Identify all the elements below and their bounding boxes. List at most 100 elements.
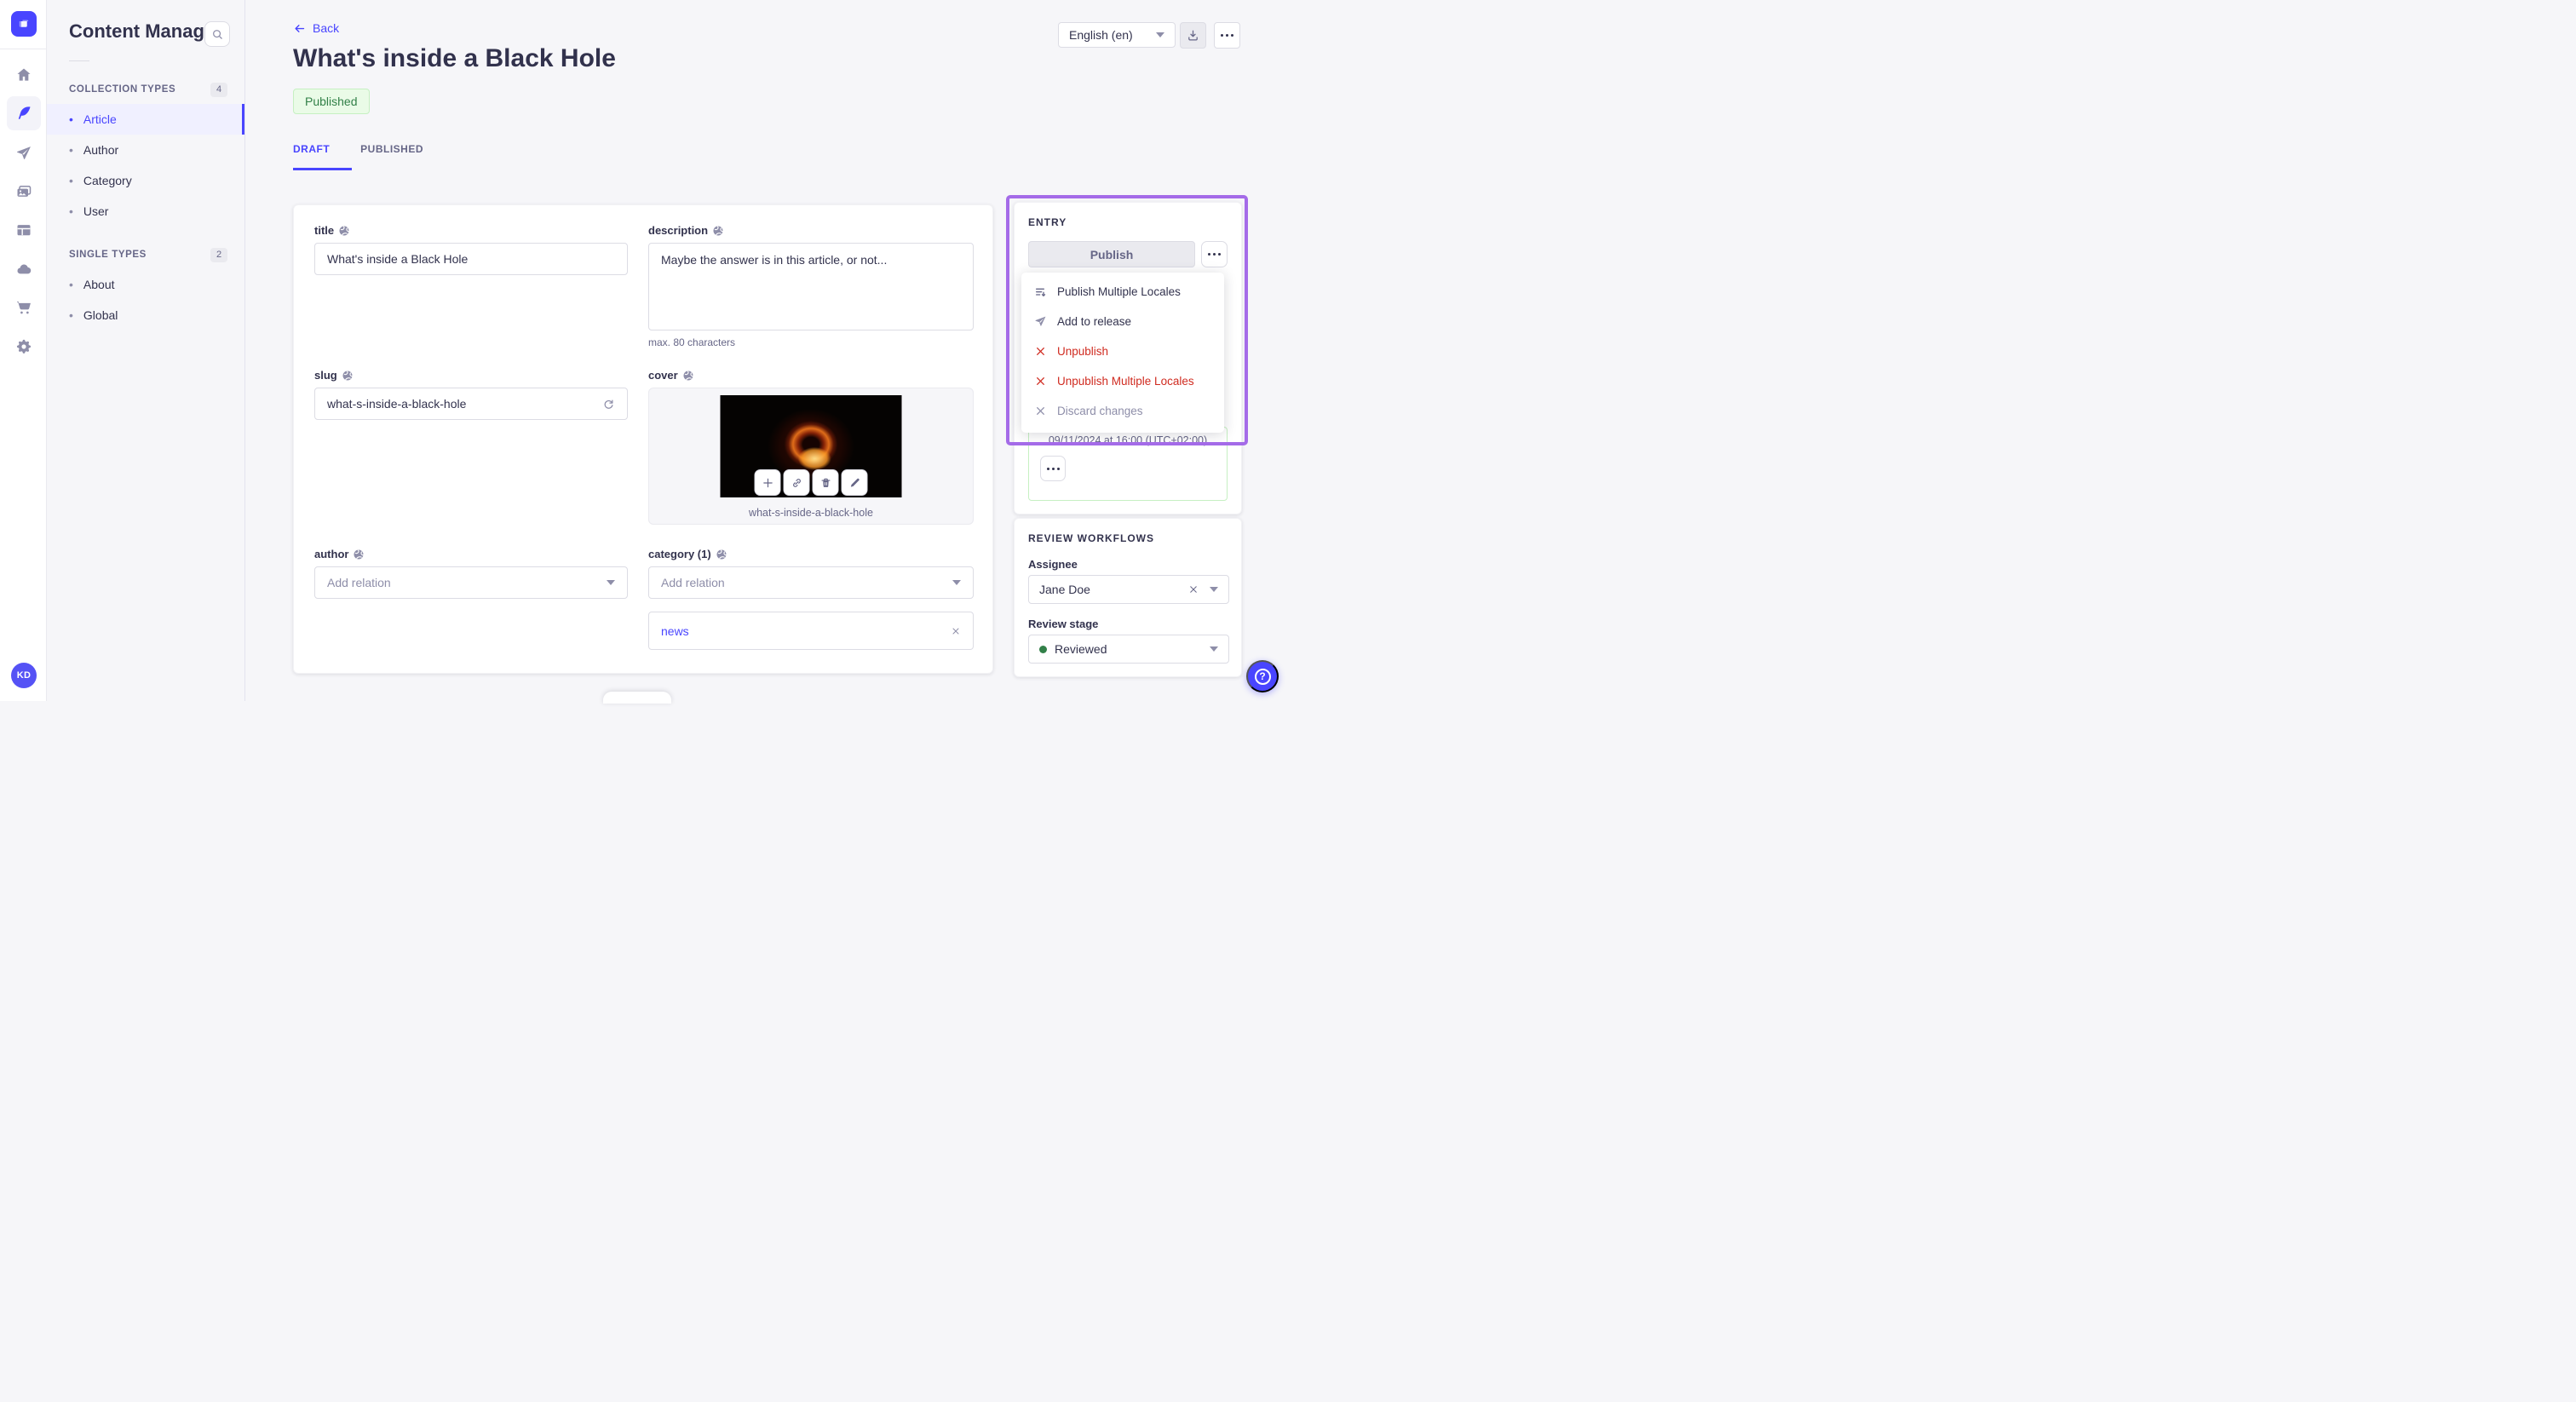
sidebar-item-about[interactable]: • About <box>47 269 244 300</box>
more-dots-icon <box>1221 34 1233 37</box>
menu-item-discard-changes[interactable]: Discard changes <box>1021 396 1224 426</box>
collection-types-count: 4 <box>210 82 227 97</box>
chevron-down-icon <box>1156 32 1164 37</box>
localized-globe-icon <box>354 549 365 559</box>
category-relation-select[interactable]: Add relation <box>648 566 974 599</box>
sidebar-item-global[interactable]: • Global <box>47 300 244 330</box>
clear-assignee-icon[interactable] <box>1188 584 1199 595</box>
author-field-label: author <box>314 548 349 560</box>
header-more-button[interactable] <box>1214 22 1240 49</box>
pencil-icon <box>850 478 860 487</box>
tab-published[interactable]: PUBLISHED <box>360 143 423 155</box>
chevron-down-icon <box>1210 646 1218 652</box>
sidebar-item-user[interactable]: • User <box>47 196 244 227</box>
chevron-down-icon <box>1210 587 1218 592</box>
sidebar-item-category[interactable]: • Category <box>47 165 244 196</box>
menu-item-publish-multiple-locales[interactable]: Publish Multiple Locales <box>1021 277 1224 307</box>
strapi-logo-icon[interactable] <box>11 11 37 37</box>
bullet-icon: • <box>69 308 73 322</box>
description-textarea[interactable]: Maybe the answer is in this article, or … <box>648 243 974 330</box>
sidebar-item-label: About <box>83 278 115 291</box>
cross-icon <box>1033 376 1048 387</box>
add-asset-button[interactable] <box>754 469 781 496</box>
field-cover: cover what-s-inside-a-black-hole <box>648 369 974 525</box>
author-relation-select[interactable]: Add relation <box>314 566 628 599</box>
slug-input[interactable]: what-s-inside-a-black-hole <box>314 388 628 420</box>
edit-asset-button[interactable] <box>841 469 868 496</box>
remove-tag-icon[interactable] <box>951 626 961 636</box>
localized-globe-icon <box>683 370 693 380</box>
field-title: title What's inside a Black Hole <box>314 224 628 275</box>
scheduled-date: 09/11/2024 at 16:00 (UTC+02:00) <box>1048 434 1208 446</box>
trash-icon <box>821 478 830 487</box>
category-tag-news[interactable]: news <box>661 624 689 638</box>
description-helper: max. 80 characters <box>648 336 736 348</box>
category-field-label: category (1) <box>648 548 711 560</box>
menu-item-unpublish-multiple-locales[interactable]: Unpublish Multiple Locales <box>1021 366 1224 396</box>
sidebar-title: Content Manager <box>69 20 222 42</box>
single-types-heading: SINGLE TYPES <box>69 250 147 260</box>
chevron-down-icon <box>952 580 961 585</box>
copy-link-button[interactable] <box>783 469 810 496</box>
edit-form-card: title What's inside a Black Hole descrip… <box>293 204 993 674</box>
sidebar-item-author[interactable]: • Author <box>47 135 244 165</box>
cross-icon <box>1033 346 1048 357</box>
stage-status-dot <box>1039 645 1047 653</box>
assignee-select[interactable]: Jane Doe <box>1028 575 1229 604</box>
delete-asset-button[interactable] <box>812 469 839 496</box>
media-library-icon[interactable] <box>7 175 41 209</box>
floating-bar-edge <box>603 692 671 704</box>
deploy-cloud-icon[interactable] <box>7 252 41 286</box>
sidebar-item-label: Article <box>83 112 117 126</box>
slug-field-label: slug <box>314 369 337 382</box>
description-field-label: description <box>648 224 709 237</box>
cross-icon <box>1033 405 1048 417</box>
version-tabs: DRAFT PUBLISHED <box>293 143 423 155</box>
menu-item-unpublish[interactable]: Unpublish <box>1021 336 1224 366</box>
content-manager-icon[interactable] <box>7 96 41 130</box>
locale-select[interactable]: English (en) <box>1058 22 1176 48</box>
localized-globe-icon <box>339 225 350 235</box>
releases-icon[interactable] <box>7 136 41 170</box>
sidebar-item-label: Global <box>83 308 118 322</box>
content-manager-sidebar: Content Manager COLLECTION TYPES 4 • Art… <box>47 0 245 701</box>
sidebar-item-article[interactable]: • Article <box>47 104 244 135</box>
title-input[interactable]: What's inside a Black Hole <box>314 243 628 275</box>
scheduled-more-button[interactable] <box>1040 456 1066 481</box>
help-icon: ? <box>1254 668 1271 685</box>
single-types-count: 2 <box>210 247 227 262</box>
back-link[interactable]: Back <box>293 21 339 35</box>
field-category: category (1) Add relation news <box>648 548 974 650</box>
settings-gear-icon[interactable] <box>7 330 41 364</box>
user-avatar[interactable]: KD <box>11 663 37 688</box>
help-button[interactable]: ? <box>1246 660 1279 692</box>
tab-draft[interactable]: DRAFT <box>293 143 330 155</box>
home-icon[interactable] <box>7 58 41 92</box>
search-icon <box>212 29 222 39</box>
more-dots-icon <box>1046 467 1060 470</box>
link-icon <box>792 478 801 487</box>
entry-more-button[interactable] <box>1201 241 1228 267</box>
plus-icon <box>762 478 773 487</box>
app-nav-rail: KD <box>0 0 47 701</box>
paper-plane-icon <box>1033 315 1048 328</box>
assignee-label: Assignee <box>1028 558 1078 571</box>
download-icon <box>1188 30 1198 41</box>
review-stage-select[interactable]: Reviewed <box>1028 635 1229 664</box>
regenerate-icon[interactable] <box>602 398 615 411</box>
scheduled-release-box: 09/11/2024 at 16:00 (UTC+02:00) <box>1028 427 1228 501</box>
search-button[interactable] <box>204 21 230 47</box>
status-badge: Published <box>293 89 370 114</box>
menu-item-add-to-release[interactable]: Add to release <box>1021 307 1224 336</box>
strapi-content-manager-app: { "app": { "user_initials": "KD" }, "nav… <box>0 0 1288 704</box>
publish-button[interactable]: Publish <box>1028 241 1195 267</box>
bullet-icon: • <box>69 174 73 187</box>
export-button[interactable] <box>1180 22 1206 49</box>
purchases-cart-icon[interactable] <box>7 290 41 325</box>
sidebar-item-label: Category <box>83 174 132 187</box>
collection-types-heading: COLLECTION TYPES <box>69 84 176 95</box>
content-type-builder-icon[interactable] <box>7 213 41 247</box>
review-workflows-panel: REVIEW WORKFLOWS Assignee Jane Doe Revie… <box>1014 518 1242 677</box>
cover-toolbar <box>754 469 868 496</box>
bullet-icon: • <box>69 278 73 291</box>
